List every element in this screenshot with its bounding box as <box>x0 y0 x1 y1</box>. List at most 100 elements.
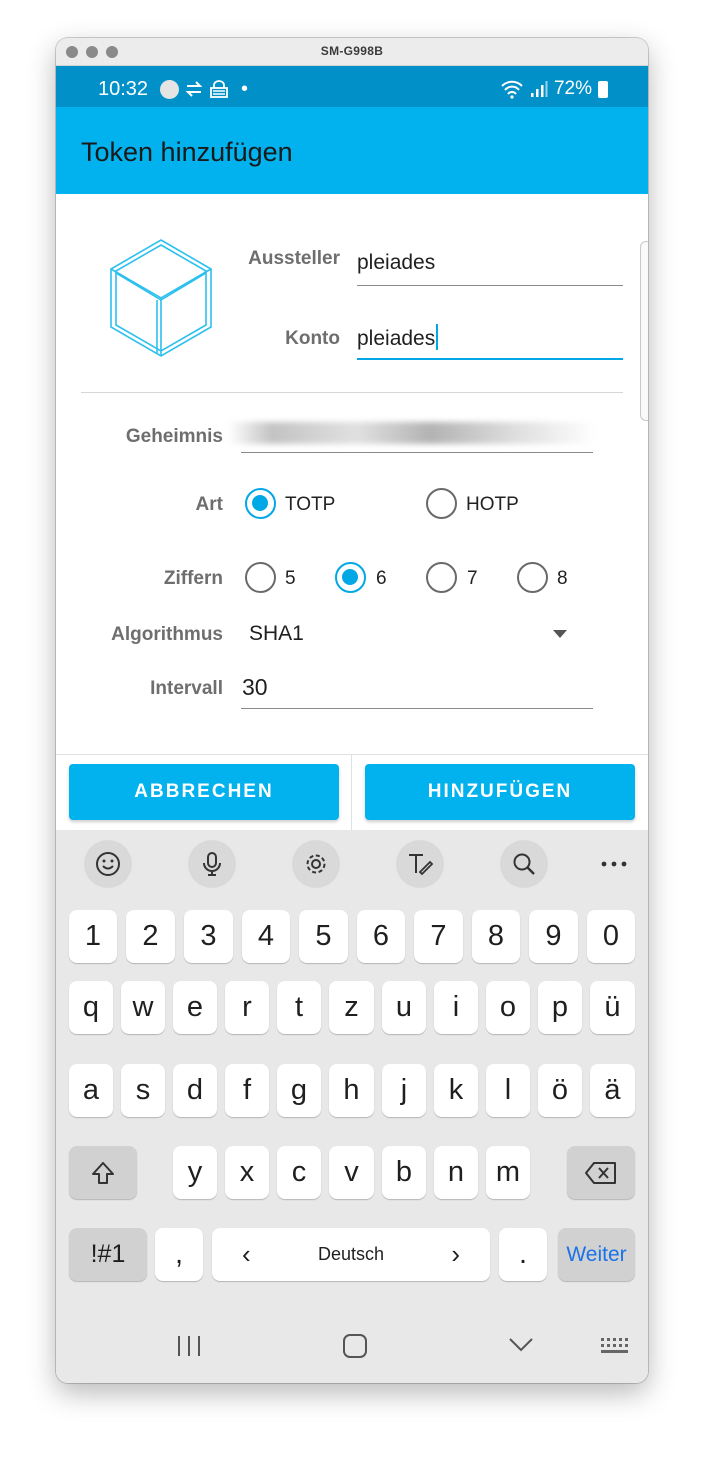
backspace-key[interactable] <box>567 1146 635 1199</box>
radio-digits-6[interactable] <box>335 562 366 593</box>
key-p[interactable]: p <box>538 981 582 1034</box>
buttons-divider <box>56 754 648 755</box>
secret-input-blurred[interactable] <box>228 422 596 444</box>
comma-key[interactable]: , <box>155 1228 203 1281</box>
algorithm-select[interactable]: SHA1 <box>241 612 581 656</box>
period-key[interactable]: . <box>499 1228 547 1281</box>
issuer-value: pleiades <box>357 251 436 274</box>
radio-digits-8[interactable] <box>517 562 548 593</box>
chevron-left-icon: ‹ <box>242 1239 251 1269</box>
key-i[interactable]: i <box>434 981 478 1034</box>
recent-apps-icon[interactable] <box>176 1334 202 1358</box>
key-x[interactable]: x <box>225 1146 269 1199</box>
home-icon[interactable] <box>342 1333 368 1359</box>
key-f[interactable]: f <box>225 1064 269 1117</box>
data-transfer-icon <box>185 81 203 97</box>
symbols-key[interactable]: !#1 <box>69 1228 147 1281</box>
emoji-icon <box>96 852 120 876</box>
type-label: Art <box>195 494 223 515</box>
voice-input-button[interactable] <box>188 840 236 888</box>
key-j[interactable]: j <box>382 1064 426 1117</box>
add-button[interactable]: HINZUFÜGEN <box>365 764 635 820</box>
key-ue[interactable]: ü <box>590 981 635 1034</box>
key-5[interactable]: 5 <box>299 910 348 963</box>
signal-icon <box>530 81 548 97</box>
buttons-separator <box>351 755 352 830</box>
key-d[interactable]: d <box>173 1064 217 1117</box>
keyboard: 1 2 3 4 5 6 7 8 9 0 q w e r t z u i o p … <box>56 830 648 1383</box>
key-l[interactable]: l <box>486 1064 530 1117</box>
cancel-button[interactable]: ABBRECHEN <box>69 764 339 820</box>
key-9[interactable]: 9 <box>529 910 578 963</box>
notification-dot: • <box>241 77 249 100</box>
search-icon <box>513 853 535 875</box>
keyboard-search-button[interactable] <box>500 840 548 888</box>
status-icons-left: • <box>160 77 249 100</box>
key-oe[interactable]: ö <box>538 1064 582 1117</box>
key-o[interactable]: o <box>486 981 530 1034</box>
emoji-button[interactable] <box>84 840 132 888</box>
account-value: pleiades <box>357 324 439 351</box>
key-4[interactable]: 4 <box>242 910 290 963</box>
interval-input[interactable] <box>241 708 593 709</box>
key-q[interactable]: q <box>69 981 113 1034</box>
key-k[interactable]: k <box>434 1064 478 1117</box>
key-m[interactable]: m <box>486 1146 530 1199</box>
window-titlebar: SM-G998B <box>56 38 648 66</box>
scrollbar[interactable] <box>640 241 648 421</box>
key-s[interactable]: s <box>121 1064 165 1117</box>
account-label: Konto <box>285 328 340 349</box>
window-title: SM-G998B <box>320 44 384 58</box>
cube-icon <box>110 239 212 357</box>
key-8[interactable]: 8 <box>472 910 520 963</box>
key-1[interactable]: 1 <box>69 910 117 963</box>
back-chevron-icon[interactable] <box>508 1337 534 1353</box>
key-ae[interactable]: ä <box>590 1064 635 1117</box>
radio-hotp[interactable] <box>426 488 457 519</box>
key-2[interactable]: 2 <box>126 910 175 963</box>
space-key[interactable]: ‹ Deutsch › <box>212 1228 490 1281</box>
page-title: Token hinzufügen <box>81 137 293 167</box>
key-g[interactable]: g <box>277 1064 321 1117</box>
radio-digits-7[interactable] <box>426 562 457 593</box>
handwriting-button[interactable] <box>396 840 444 888</box>
space-key-label: Deutsch <box>317 1244 385 1264</box>
shift-key[interactable] <box>69 1146 137 1199</box>
algorithm-label: Algorithmus <box>111 624 223 645</box>
keyboard-settings-button[interactable] <box>292 840 340 888</box>
algorithm-value: SHA1 <box>249 622 304 645</box>
account-input[interactable] <box>357 358 623 360</box>
key-6[interactable]: 6 <box>357 910 405 963</box>
key-c[interactable]: c <box>277 1146 321 1199</box>
chevron-right-icon: › <box>451 1239 460 1269</box>
key-h[interactable]: h <box>329 1064 374 1117</box>
radio-hotp-label: HOTP <box>466 494 519 515</box>
radio-digits-8-label: 8 <box>557 568 568 589</box>
secret-label: Geheimnis <box>125 426 223 447</box>
key-u[interactable]: u <box>382 981 426 1034</box>
enter-key[interactable]: Weiter <box>558 1228 635 1281</box>
issuer-label: Aussteller <box>248 248 340 269</box>
status-icons-right: 72% <box>500 78 608 100</box>
secret-underline <box>241 452 593 453</box>
issuer-input[interactable] <box>357 285 623 286</box>
keyboard-hide-icon[interactable] <box>600 1337 630 1355</box>
key-y[interactable]: y <box>173 1146 217 1199</box>
key-z[interactable]: z <box>329 981 374 1034</box>
key-n[interactable]: n <box>434 1146 478 1199</box>
radio-totp[interactable] <box>245 488 276 519</box>
app-bar: Token hinzufügen <box>56 107 648 194</box>
key-t[interactable]: t <box>277 981 321 1034</box>
key-b[interactable]: b <box>382 1146 426 1199</box>
key-w[interactable]: w <box>121 981 165 1034</box>
key-3[interactable]: 3 <box>184 910 233 963</box>
key-a[interactable]: a <box>69 1064 113 1117</box>
radio-digits-5[interactable] <box>245 562 276 593</box>
key-r[interactable]: r <box>225 981 269 1034</box>
key-v[interactable]: v <box>329 1146 374 1199</box>
key-0[interactable]: 0 <box>587 910 635 963</box>
more-button[interactable] <box>590 840 638 888</box>
key-e[interactable]: e <box>173 981 217 1034</box>
key-7[interactable]: 7 <box>414 910 463 963</box>
dropdown-arrow-icon <box>553 630 567 638</box>
